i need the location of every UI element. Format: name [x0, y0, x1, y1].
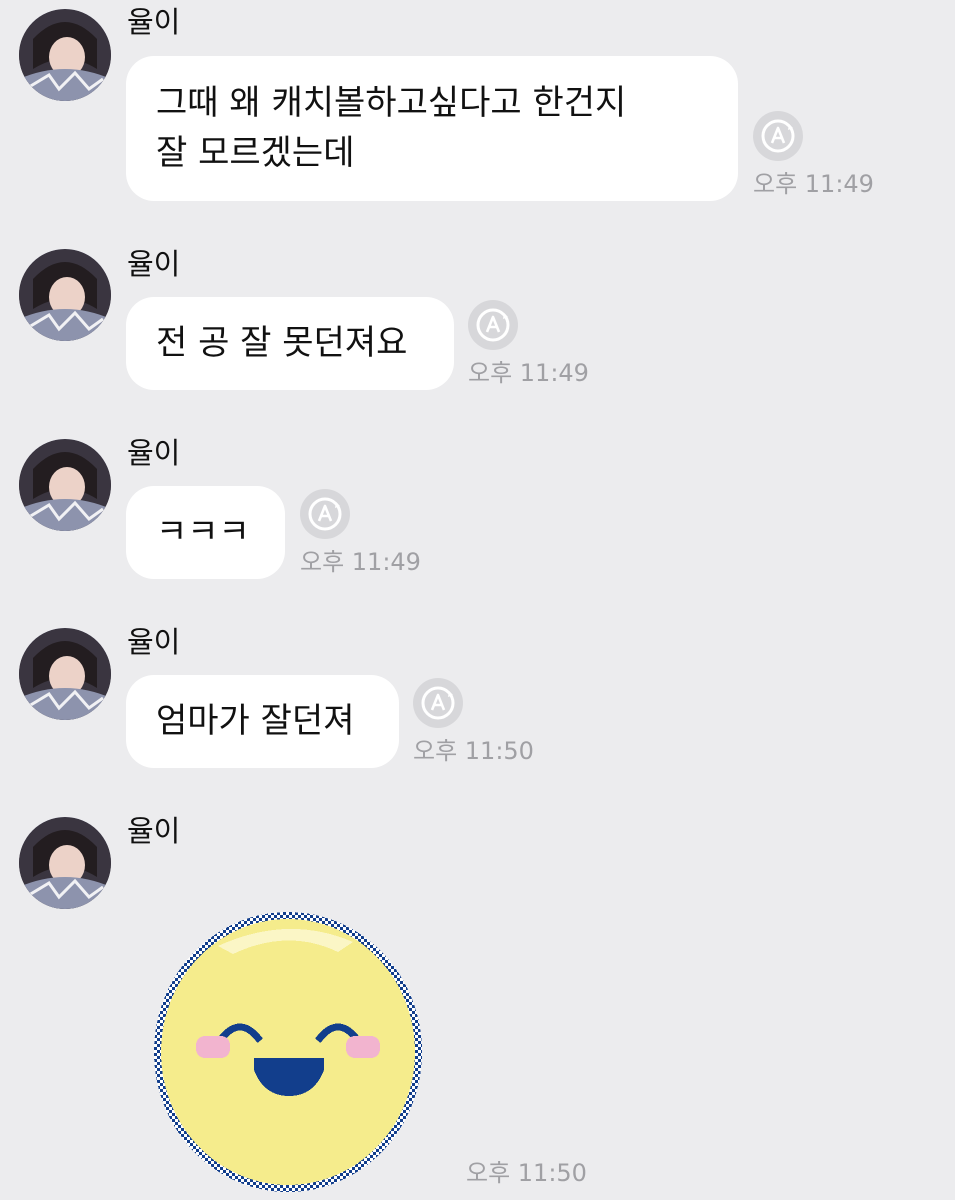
auto-translate-icon[interactable] — [468, 300, 518, 350]
avatar[interactable] — [19, 628, 111, 720]
avatar[interactable] — [19, 439, 111, 531]
avatar[interactable] — [19, 9, 111, 101]
message-bubble[interactable]: ㅋㅋㅋ — [126, 486, 285, 579]
message-time: 오후 11:50 — [413, 737, 534, 765]
message-bubble[interactable]: 엄마가 잘던져 — [126, 675, 399, 768]
sender-name: 율이 — [127, 814, 181, 848]
auto-translate-icon[interactable] — [300, 489, 350, 539]
message-time: 오후 11:49 — [300, 548, 421, 576]
avatar[interactable] — [19, 249, 111, 341]
sender-name: 율이 — [127, 247, 181, 281]
sender-name: 율이 — [127, 5, 181, 39]
message-time: 오후 11:49 — [753, 170, 874, 198]
avatar[interactable] — [19, 817, 111, 909]
auto-translate-icon[interactable] — [413, 678, 463, 728]
message-bubble[interactable]: 전 공 잘 못던져요 — [126, 297, 454, 390]
message-time: 오후 11:50 — [466, 1159, 587, 1187]
sender-name: 율이 — [127, 625, 181, 659]
message-bubble[interactable]: 그때 왜 캐치볼하고싶다고 한건지 잘 모르겠는데 — [126, 56, 738, 201]
auto-translate-icon[interactable] — [753, 111, 803, 161]
laughing-face-sticker[interactable] — [148, 906, 428, 1200]
sender-name: 율이 — [127, 436, 181, 470]
message-time: 오후 11:49 — [468, 359, 589, 387]
